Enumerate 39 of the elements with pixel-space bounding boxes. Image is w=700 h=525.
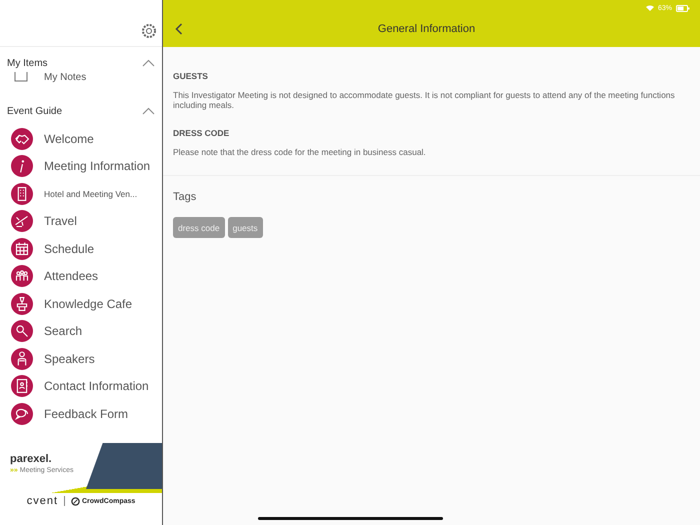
menu-item[interactable]: Meeting Information: [44, 159, 150, 174]
chevron-icon[interactable]: [142, 59, 155, 67]
speech-bubbles-icon: [11, 402, 33, 425]
menu-item[interactable]: My Notes: [44, 72, 86, 82]
page-title: General Information: [376, 22, 476, 34]
menu-item[interactable]: Attendees: [44, 269, 98, 284]
menu-item[interactable]: Speakers: [44, 352, 95, 366]
section-title: Event Guide: [7, 106, 62, 116]
compass-icon: [71, 496, 80, 506]
brand-logo: cvent: [26, 495, 58, 507]
podium-icon: [11, 292, 33, 315]
calendar-icon: [11, 238, 33, 260]
menu-item[interactable]: Travel: [44, 214, 77, 228]
menu-item[interactable]: Contact Information: [44, 379, 149, 394]
search-icon: [11, 320, 33, 342]
brand-logo: parexel.: [10, 453, 53, 465]
note-icon: [14, 72, 28, 82]
chevron-icon[interactable]: [142, 107, 155, 115]
menu-item[interactable]: Search: [44, 324, 82, 338]
back-icon[interactable]: [175, 22, 183, 34]
people-icon: [11, 265, 33, 288]
info-icon: [11, 155, 33, 178]
contact-book-icon: [11, 375, 33, 398]
menu-item[interactable]: Knowledge Cafe: [44, 296, 132, 311]
tags-title: Tags: [173, 191, 198, 203]
battery-icon: [676, 4, 690, 12]
menu-item[interactable]: Hotel and Meeting Ven...: [44, 188, 138, 199]
person-icon: [11, 348, 33, 370]
menu-item[interactable]: Welcome: [44, 132, 94, 146]
section-heading: GUESTS: [173, 71, 209, 81]
section-text: This Investigator Meeting is not designed to accommodate guests. It is not compliant for guests to attend any of the meeting functions including meals.: [173, 90, 676, 110]
section-heading: DRESS CODE: [173, 128, 230, 138]
section-text: Please note that the dress code for the meeting in business casual.: [173, 147, 427, 157]
building-icon: [11, 182, 33, 205]
settings-icon[interactable]: [141, 23, 157, 39]
menu-item[interactable]: Schedule: [44, 242, 94, 256]
section-title: My Items: [7, 58, 48, 68]
menu-item[interactable]: Feedback Form: [44, 406, 128, 421]
wifi-icon: [646, 5, 654, 11]
